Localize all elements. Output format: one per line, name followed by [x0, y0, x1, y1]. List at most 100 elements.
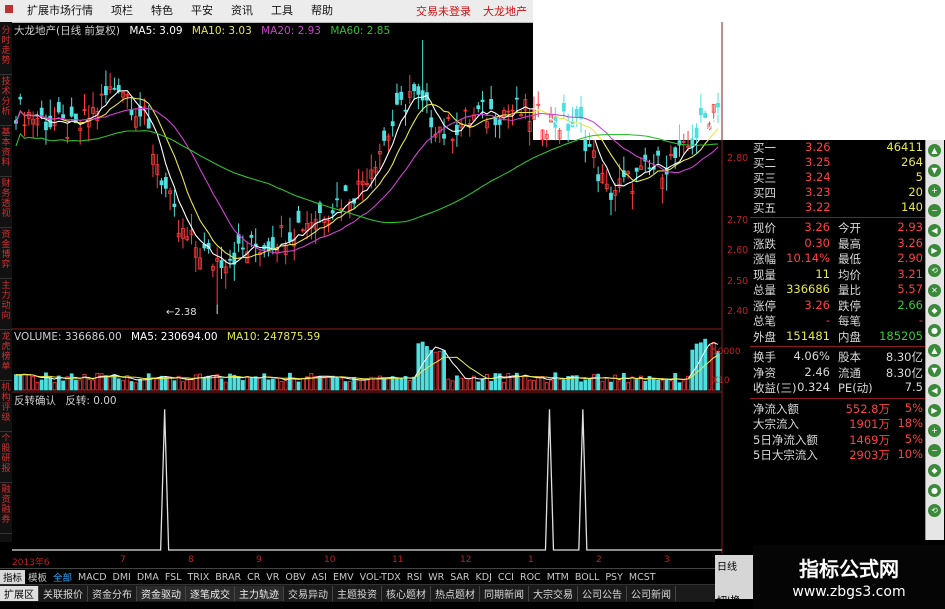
volume-bar [596, 373, 601, 391]
volume-bar [176, 375, 181, 391]
cycle-selector[interactable]: 日线 切|换 [715, 555, 753, 607]
indicator-tab-voltdx-14[interactable]: VOL-TDX [357, 572, 404, 583]
indicator-tab-rsi-15[interactable]: RSI [404, 572, 425, 583]
cycle-switch-label[interactable]: 切|换 [715, 576, 753, 607]
login-status[interactable]: 交易未登录 [410, 3, 477, 19]
group-tab-12[interactable]: 大宗交易 [529, 586, 578, 601]
side-button-5-icon[interactable]: ◀ [928, 224, 941, 237]
indicator-tab-asi-12[interactable]: ASI [309, 572, 330, 583]
group-tab-11[interactable]: 同期新闻 [480, 586, 529, 601]
volume-bar [44, 372, 48, 391]
indicator-tab-dma-5[interactable]: DMA [134, 572, 162, 583]
left-tab-2[interactable]: 技术分析 [0, 77, 12, 126]
side-button-19-icon[interactable]: ⟲ [928, 504, 941, 517]
left-tab-3[interactable]: 基本资料 [0, 128, 12, 177]
menu-special[interactable]: 特色 [142, 0, 182, 22]
menu-news[interactable]: 资讯 [222, 0, 262, 22]
menu-columns[interactable]: 项栏 [102, 0, 142, 22]
left-tab-9[interactable]: 个股研报 [0, 434, 12, 483]
indicator-tab-trix-7[interactable]: TRIX [185, 572, 213, 583]
side-button-10-icon[interactable]: ● [928, 324, 941, 337]
side-button-15-icon[interactable]: + [928, 424, 941, 437]
group-tab-9[interactable]: 核心题材 [382, 586, 431, 601]
indicator-tab-kdj-18[interactable]: KDJ [473, 572, 495, 583]
side-button-1-icon[interactable]: ▲ [928, 144, 941, 157]
cycle-daily-label[interactable]: 日线 [715, 555, 753, 576]
side-button-17-icon[interactable]: ◆ [928, 464, 941, 477]
volume-bar [240, 380, 245, 391]
menu-help[interactable]: 帮助 [302, 0, 342, 22]
side-button-13-icon[interactable]: ◀ [928, 384, 941, 397]
left-tab-6[interactable]: 主力动向 [0, 281, 12, 330]
group-tab-2[interactable]: 关联报价 [39, 586, 88, 601]
side-button-7-icon[interactable]: ⟲ [928, 264, 941, 277]
left-tab-7[interactable]: 龙虎榜单 [0, 332, 12, 381]
group-tab-13[interactable]: 公司公告 [578, 586, 627, 601]
volume-chart[interactable] [14, 338, 720, 391]
stat-label-left: 总笔 [753, 314, 776, 328]
group-tab-5[interactable]: 逐笔成交 [186, 586, 235, 601]
indicator-tab-psy-23[interactable]: PSY [602, 572, 626, 583]
main-price-chart[interactable] [12, 22, 723, 554]
side-button-6-icon[interactable]: ▶ [928, 244, 941, 257]
indicator-tab-cci-19[interactable]: CCI [495, 572, 517, 583]
volume-legend: VOLUME: 336686.00 MA5: 230694.00 MA10: 2… [14, 331, 326, 343]
side-button-4-icon[interactable]: − [928, 204, 941, 217]
indicator-tab-tab1-1[interactable]: 模板 [25, 570, 50, 584]
indicator-tab-brar-8[interactable]: BRAR [212, 572, 244, 583]
flow-percent: 10% [897, 447, 923, 461]
group-tab-7[interactable]: 交易异动 [284, 586, 333, 601]
candle-body [39, 107, 44, 116]
volume-bar [609, 381, 613, 391]
flow-value: 2903万 [849, 448, 890, 462]
left-tab-4[interactable]: 财务透视 [0, 179, 12, 228]
indicator-tab-cr-9[interactable]: CR [244, 572, 263, 583]
indicator-tab-dmi-4[interactable]: DMI [110, 572, 134, 583]
group-tab-3[interactable]: 资金分布 [88, 586, 137, 601]
indicator-tab-tab2-2[interactable]: 全部 [50, 570, 75, 584]
side-button-12-icon[interactable]: ▼ [928, 364, 941, 377]
app-logo-icon[interactable] [0, 0, 18, 22]
indicator-tab-tab0-0[interactable]: 指标 [0, 570, 26, 584]
group-tab-14[interactable]: 公司新闻 [627, 586, 676, 601]
stat-value-left: 336686 [786, 282, 830, 296]
side-button-18-icon[interactable]: ● [928, 484, 941, 497]
left-tab-8[interactable]: 机构评级 [0, 383, 12, 432]
group-tab-1[interactable]: 扩展区 [0, 586, 39, 601]
indicator-tab-emv-13[interactable]: EMV [330, 572, 357, 583]
indicator-tab-macd-3[interactable]: MACD [75, 572, 109, 583]
side-button-8-icon[interactable]: ✕ [928, 284, 941, 297]
candle-body [343, 185, 348, 192]
left-tab-5[interactable]: 资金博弈 [0, 230, 12, 279]
side-button-2-icon[interactable]: ▼ [928, 164, 941, 177]
indicator-tab-mcst-24[interactable]: MCST [626, 572, 659, 583]
left-tab-10[interactable]: 融资融券 [0, 485, 12, 534]
indicator-tab-boll-22[interactable]: BOLL [572, 572, 602, 583]
side-button-3-icon[interactable]: + [928, 184, 941, 197]
signal-chart[interactable] [12, 409, 722, 551]
group-tab-4[interactable]: 资金驱动 [137, 586, 186, 601]
volume-bar [502, 381, 506, 391]
menu-extended-market[interactable]: 扩展市场行情 [18, 0, 102, 22]
indicator-tab-mtm-21[interactable]: MTM [544, 572, 572, 583]
indicator-tab-vr-10[interactable]: VR [263, 572, 282, 583]
indicator-tab-obv-11[interactable]: OBV [282, 572, 308, 583]
indicator-tab-roc-20[interactable]: ROC [517, 572, 544, 583]
chart-area[interactable] [12, 22, 750, 554]
group-tab-10[interactable]: 热点题材 [431, 586, 480, 601]
indicator-tab-sar-17[interactable]: SAR [447, 572, 472, 583]
candle-body [18, 96, 23, 100]
volume-bar [95, 372, 100, 391]
side-button-14-icon[interactable]: ▶ [928, 404, 941, 417]
menu-tools[interactable]: 工具 [262, 0, 302, 22]
candle-body [266, 241, 271, 251]
indicator-tab-wr-16[interactable]: WR [425, 572, 447, 583]
indicator-tab-fsl-6[interactable]: FSL [162, 572, 185, 583]
menu-pingan[interactable]: 平安 [182, 0, 222, 22]
side-button-16-icon[interactable]: − [928, 444, 941, 457]
group-tab-6[interactable]: 主力轨迹 [235, 586, 284, 601]
side-button-9-icon[interactable]: ◆ [928, 304, 941, 317]
side-button-11-icon[interactable]: ▲ [928, 344, 941, 357]
group-tab-8[interactable]: 主题投资 [333, 586, 382, 601]
left-tab-1[interactable]: 分时走势 [0, 26, 12, 75]
